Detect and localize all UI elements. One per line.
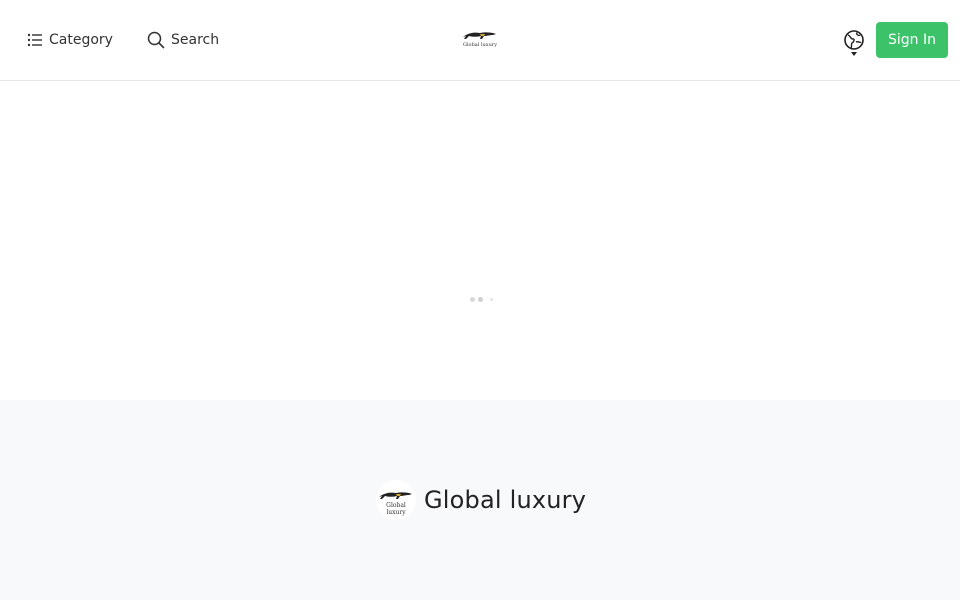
header: Category Search Global luxury Sign In xyxy=(0,0,960,81)
category-button[interactable]: Category xyxy=(27,28,113,52)
footer: Global luxury Global luxury xyxy=(0,400,960,600)
loader-dot xyxy=(470,297,475,302)
language-selector[interactable] xyxy=(842,28,866,58)
search-icon xyxy=(147,31,165,49)
loading-indicator xyxy=(470,297,493,302)
footer-brand[interactable]: Global luxury Global luxury xyxy=(376,480,586,520)
footer-logo: Global luxury xyxy=(376,480,416,520)
footer-logo-text: Global luxury xyxy=(386,502,406,516)
globe-icon xyxy=(842,30,866,62)
list-icon xyxy=(27,32,43,48)
site-logo[interactable]: Global luxury xyxy=(460,28,500,52)
sign-in-button[interactable]: Sign In xyxy=(876,22,948,58)
loader-dot xyxy=(490,298,493,301)
logo-text: Global luxury xyxy=(462,42,498,48)
loader-dot xyxy=(478,297,483,302)
panther-logo-icon xyxy=(463,32,496,39)
footer-brand-name: Global luxury xyxy=(424,486,587,514)
category-label: Category xyxy=(49,32,113,48)
search-label: Search xyxy=(171,32,220,48)
search-button[interactable]: Search xyxy=(147,28,219,52)
main-content xyxy=(0,81,960,400)
